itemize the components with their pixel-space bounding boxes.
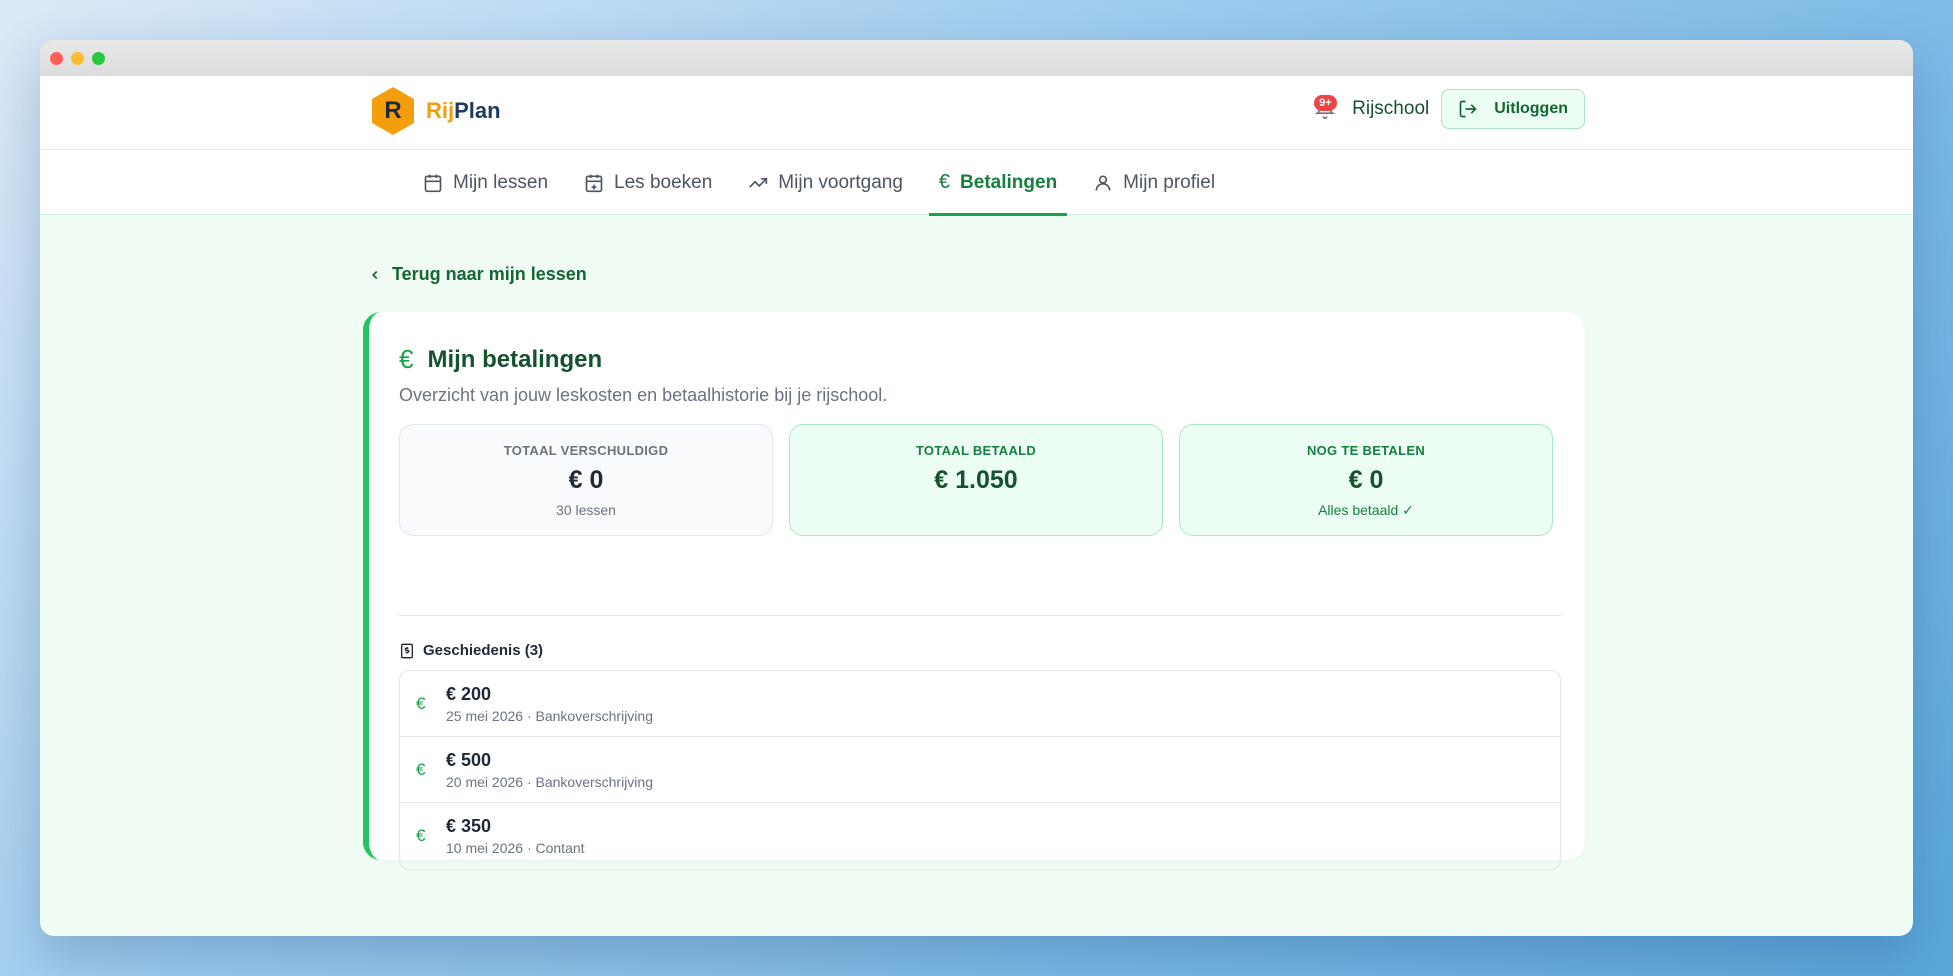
window-titlebar — [40, 40, 1913, 76]
history-item: € € 500 20 mei 2026 · Bankoverschrijving — [400, 737, 1560, 803]
payments-card: € Mijn betalingen Overzicht van jouw les… — [363, 312, 1585, 870]
history-title-text: Geschiedenis (3) — [423, 642, 544, 659]
history-meta: 20 mei 2026 · Bankoverschrijving — [446, 773, 653, 790]
calendar-plus-icon — [585, 174, 603, 192]
header-actions: 9+ Rijschool Uitloggen — [1310, 89, 1585, 129]
main-navigation: Mijn lessen Les boeken Mijn voortgang € … — [40, 150, 1913, 216]
receipt-icon — [401, 643, 413, 658]
page-title-text: Mijn betalingen — [427, 345, 603, 373]
logout-label: Uitloggen — [1494, 100, 1568, 117]
user-icon — [1095, 175, 1111, 191]
euro-icon: € — [938, 171, 951, 193]
stats-row: TOTAAL VERSCHULDIGD € 0 30 lessen TOTAAL… — [399, 424, 1553, 536]
stat-note: 30 lessen — [556, 502, 616, 518]
back-link-label: Terug naar mijn lessen — [392, 264, 587, 284]
history-item: € € 350 10 mei 2026 · Contant — [400, 803, 1560, 869]
tab-betalingen[interactable]: € Betalingen — [928, 150, 1068, 216]
browser-window: R RijPlan 9+ Rijschool Uitloggen Mijn le… — [40, 40, 1913, 936]
minimize-window-button[interactable] — [71, 51, 84, 65]
page-subtitle: Overzicht van jouw leskosten en betaalhi… — [399, 385, 888, 405]
stat-label: TOTAAL BETAALD — [915, 443, 1037, 458]
history-list: € € 200 25 mei 2026 · Bankoverschrijving… — [399, 670, 1561, 870]
tab-label: Mijn profiel — [1123, 171, 1216, 193]
tab-les-boeken[interactable]: Les boeken — [574, 150, 722, 215]
history-amount: € 500 — [446, 749, 492, 770]
euro-icon: € — [416, 693, 426, 713]
tab-label: Les boeken — [614, 171, 713, 193]
stat-label: NOG TE BETALEN — [1306, 443, 1426, 458]
page-title: € Mijn betalingen — [399, 344, 602, 375]
calendar-icon — [424, 174, 442, 192]
tab-mijn-profiel[interactable]: Mijn profiel — [1083, 150, 1225, 215]
notification-badge: 9+ — [1314, 95, 1337, 111]
history-meta: 10 mei 2026 · Contant — [446, 840, 585, 856]
brand-name-part-2: Plan — [454, 98, 501, 123]
stat-value: € 1.050 — [934, 466, 1018, 494]
euro-icon: € — [399, 344, 414, 374]
tab-mijn-lessen[interactable]: Mijn lessen — [413, 150, 558, 215]
tab-label: Mijn lessen — [453, 171, 549, 193]
stat-value: € 0 — [568, 466, 604, 494]
logo-letter: R — [384, 97, 402, 124]
stat-total-owed: TOTAAL VERSCHULDIGD € 0 30 lessen — [399, 424, 773, 536]
history-item: € € 200 25 mei 2026 · Bankoverschrijving — [400, 671, 1560, 737]
brand-name-part-1: Rij — [426, 98, 455, 123]
stat-note: Alles betaald ✓ — [1318, 502, 1414, 518]
history-amount: € 350 — [446, 816, 492, 836]
close-window-button[interactable] — [50, 51, 63, 65]
stat-value: € 0 — [1348, 466, 1384, 494]
euro-icon: € — [416, 826, 426, 845]
trending-up-icon — [749, 177, 768, 188]
history-title: Geschiedenis (3) — [399, 642, 543, 659]
brand-name: RijPlan — [426, 98, 501, 124]
chevron-left-icon — [372, 270, 378, 279]
stat-label: TOTAAL VERSCHULDIGD — [503, 443, 669, 458]
section-divider — [399, 615, 1561, 616]
logout-icon — [1459, 100, 1477, 118]
logo-hexagon-icon: R — [370, 86, 416, 136]
euro-icon: € — [416, 759, 426, 779]
app-header: R RijPlan 9+ Rijschool Uitloggen — [40, 76, 1913, 150]
tab-label: Mijn voortgang — [778, 171, 903, 193]
notifications-button[interactable]: 9+ — [1310, 89, 1340, 129]
tab-label: Betalingen — [960, 171, 1058, 193]
stat-remaining: NOG TE BETALEN € 0 Alles betaald ✓ — [1179, 424, 1553, 536]
school-name: Rijschool — [1352, 98, 1430, 119]
history-amount: € 200 — [446, 683, 492, 704]
app-logo[interactable]: R RijPlan — [370, 86, 501, 136]
tab-mijn-voortgang[interactable]: Mijn voortgang — [738, 150, 913, 215]
maximize-window-button[interactable] — [92, 51, 105, 65]
logout-button[interactable]: Uitloggen — [1441, 89, 1585, 129]
back-link[interactable]: Terug naar mijn lessen — [368, 264, 587, 285]
stat-total-paid: TOTAAL BETAALD € 1.050 — [789, 424, 1163, 536]
history-meta: 25 mei 2026 · Bankoverschrijving — [446, 707, 653, 724]
